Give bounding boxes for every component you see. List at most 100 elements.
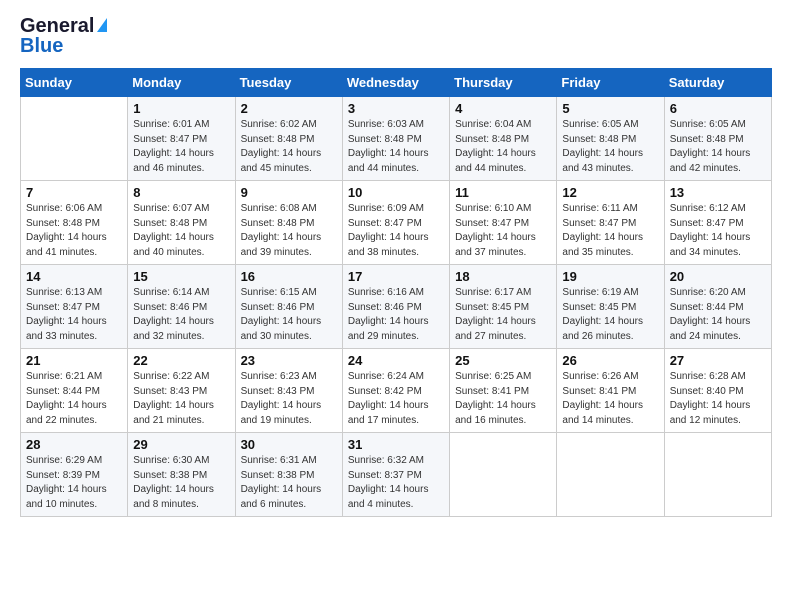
day-cell: 25Sunrise: 6:25 AM Sunset: 8:41 PM Dayli… [450,349,557,433]
day-number: 6 [670,101,766,116]
day-cell [21,97,128,181]
header-row: SundayMondayTuesdayWednesdayThursdayFrid… [21,69,772,97]
day-info: Sunrise: 6:19 AM Sunset: 8:45 PM Dayligh… [562,286,658,344]
day-cell: 9Sunrise: 6:08 AM Sunset: 8:48 PM Daylig… [235,181,342,265]
day-cell: 8Sunrise: 6:07 AM Sunset: 8:48 PM Daylig… [128,181,235,265]
day-cell: 30 Sunrise: 6:31 AM Sunset: 8:38 PM Dayli… [235,433,342,517]
day-cell: 29 Sunrise: 6:30 AM Sunset: 8:38 PM Dayli… [128,433,235,517]
day-info: Sunrise: 6:09 AM Sunset: 8:47 PM Dayligh… [348,202,444,260]
day-cell: 31 Sunrise: 6:32 AM Sunset: 8:37 PM Dayli… [342,433,449,517]
day-number: 2 [241,101,337,116]
day-number: 16 [241,269,337,284]
week-row-5: 28 Sunrise: 6:29 AM Sunset: 8:39 PM Dayli… [21,433,772,517]
week-row-3: 14 Sunrise: 6:13 AM Sunset: 8:47 PM Dayli… [21,265,772,349]
day-number: 11 [455,185,551,200]
day-info: Sunrise: 6:16 AM Sunset: 8:46 PM Dayligh… [348,286,444,344]
day-number: 31 [348,437,444,452]
day-cell: 11 Sunrise: 6:10 AM Sunset: 8:47 PM Dayli… [450,181,557,265]
day-info: Sunrise: 6:10 AM Sunset: 8:47 PM Dayligh… [455,202,551,260]
day-info: Sunrise: 6:28 AM Sunset: 8:40 PM Dayligh… [670,370,766,428]
day-number: 28 [26,437,122,452]
day-number: 20 [670,269,766,284]
day-cell: 26 Sunrise: 6:26 AM Sunset: 8:41 PM Dayli… [557,349,664,433]
day-number: 17 [348,269,444,284]
col-header-tuesday: Tuesday [235,69,342,97]
day-number: 26 [562,353,658,368]
day-number: 4 [455,101,551,116]
day-cell [557,433,664,517]
col-header-wednesday: Wednesday [342,69,449,97]
day-number: 29 [133,437,229,452]
day-cell: 15 Sunrise: 6:14 AM Sunset: 8:46 PM Dayli… [128,265,235,349]
col-header-saturday: Saturday [664,69,771,97]
day-info: Sunrise: 6:06 AM Sunset: 8:48 PM Dayligh… [26,202,122,260]
day-info: Sunrise: 6:01 AM Sunset: 8:47 PM Dayligh… [133,118,229,176]
day-number: 15 [133,269,229,284]
day-info: Sunrise: 6:29 AM Sunset: 8:39 PM Dayligh… [26,454,122,512]
day-number: 23 [241,353,337,368]
day-info: Sunrise: 6:32 AM Sunset: 8:37 PM Dayligh… [348,454,444,512]
day-info: Sunrise: 6:14 AM Sunset: 8:46 PM Dayligh… [133,286,229,344]
col-header-sunday: Sunday [21,69,128,97]
day-number: 5 [562,101,658,116]
day-info: Sunrise: 6:07 AM Sunset: 8:48 PM Dayligh… [133,202,229,260]
day-number: 14 [26,269,122,284]
day-info: Sunrise: 6:15 AM Sunset: 8:46 PM Dayligh… [241,286,337,344]
day-cell: 28 Sunrise: 6:29 AM Sunset: 8:39 PM Dayli… [21,433,128,517]
day-number: 1 [133,101,229,116]
day-number: 18 [455,269,551,284]
day-cell: 16 Sunrise: 6:15 AM Sunset: 8:46 PM Dayli… [235,265,342,349]
day-cell: 6 Sunrise: 6:05 AM Sunset: 8:48 PM Daylig… [664,97,771,181]
week-row-4: 21Sunrise: 6:21 AM Sunset: 8:44 PM Dayli… [21,349,772,433]
col-header-monday: Monday [128,69,235,97]
day-number: 19 [562,269,658,284]
day-number: 22 [133,353,229,368]
day-number: 10 [348,185,444,200]
day-cell: 17 Sunrise: 6:16 AM Sunset: 8:46 PM Dayli… [342,265,449,349]
day-number: 7 [26,185,122,200]
day-cell: 5Sunrise: 6:05 AM Sunset: 8:48 PM Daylig… [557,97,664,181]
day-info: Sunrise: 6:30 AM Sunset: 8:38 PM Dayligh… [133,454,229,512]
week-row-1: 1 Sunrise: 6:01 AM Sunset: 8:47 PM Daylig… [21,97,772,181]
day-cell: 20 Sunrise: 6:20 AM Sunset: 8:44 PM Dayli… [664,265,771,349]
day-info: Sunrise: 6:03 AM Sunset: 8:48 PM Dayligh… [348,118,444,176]
day-cell: 7 Sunrise: 6:06 AM Sunset: 8:48 PM Daylig… [21,181,128,265]
day-cell: 1 Sunrise: 6:01 AM Sunset: 8:47 PM Daylig… [128,97,235,181]
page: General Blue SundayMondayTuesdayWednesda… [0,0,792,529]
col-header-friday: Friday [557,69,664,97]
day-number: 27 [670,353,766,368]
day-cell [450,433,557,517]
day-info: Sunrise: 6:20 AM Sunset: 8:44 PM Dayligh… [670,286,766,344]
day-info: Sunrise: 6:21 AM Sunset: 8:44 PM Dayligh… [26,370,122,428]
day-cell: 19 Sunrise: 6:19 AM Sunset: 8:45 PM Dayli… [557,265,664,349]
day-number: 24 [348,353,444,368]
day-cell: 24 Sunrise: 6:24 AM Sunset: 8:42 PM Dayli… [342,349,449,433]
day-info: Sunrise: 6:11 AM Sunset: 8:47 PM Dayligh… [562,202,658,260]
calendar-table: SundayMondayTuesdayWednesdayThursdayFrid… [20,68,772,517]
day-info: Sunrise: 6:17 AM Sunset: 8:45 PM Dayligh… [455,286,551,344]
day-cell: 13 Sunrise: 6:12 AM Sunset: 8:47 PM Dayli… [664,181,771,265]
day-cell: 12 Sunrise: 6:11 AM Sunset: 8:47 PM Dayli… [557,181,664,265]
day-info: Sunrise: 6:22 AM Sunset: 8:43 PM Dayligh… [133,370,229,428]
day-number: 13 [670,185,766,200]
day-number: 30 [241,437,337,452]
day-info: Sunrise: 6:05 AM Sunset: 8:48 PM Dayligh… [670,118,766,176]
day-cell: 23 Sunrise: 6:23 AM Sunset: 8:43 PM Dayli… [235,349,342,433]
day-info: Sunrise: 6:08 AM Sunset: 8:48 PM Dayligh… [241,202,337,260]
day-info: Sunrise: 6:23 AM Sunset: 8:43 PM Dayligh… [241,370,337,428]
day-info: Sunrise: 6:25 AM Sunset: 8:41 PM Dayligh… [455,370,551,428]
day-cell: 2 Sunrise: 6:02 AM Sunset: 8:48 PM Daylig… [235,97,342,181]
day-cell: 14 Sunrise: 6:13 AM Sunset: 8:47 PM Dayli… [21,265,128,349]
day-info: Sunrise: 6:31 AM Sunset: 8:38 PM Dayligh… [241,454,337,512]
day-info: Sunrise: 6:13 AM Sunset: 8:47 PM Dayligh… [26,286,122,344]
day-info: Sunrise: 6:12 AM Sunset: 8:47 PM Dayligh… [670,202,766,260]
day-number: 12 [562,185,658,200]
day-info: Sunrise: 6:26 AM Sunset: 8:41 PM Dayligh… [562,370,658,428]
day-cell: 3 Sunrise: 6:03 AM Sunset: 8:48 PM Daylig… [342,97,449,181]
day-info: Sunrise: 6:02 AM Sunset: 8:48 PM Dayligh… [241,118,337,176]
day-info: Sunrise: 6:24 AM Sunset: 8:42 PM Dayligh… [348,370,444,428]
col-header-thursday: Thursday [450,69,557,97]
day-cell: 22 Sunrise: 6:22 AM Sunset: 8:43 PM Dayli… [128,349,235,433]
day-number: 3 [348,101,444,116]
logo: General Blue [20,16,107,56]
